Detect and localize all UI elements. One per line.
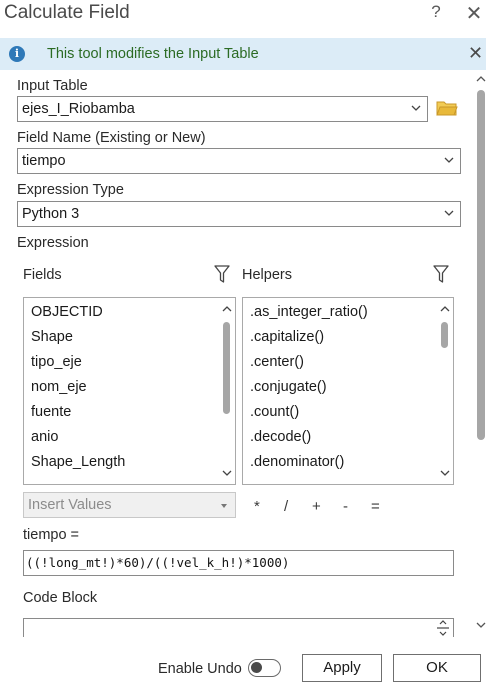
expression-text: ((!long_mt!)*60)/((!vel_k_h!)*1000)	[26, 555, 290, 570]
main-scroll-up-icon[interactable]	[476, 74, 486, 84]
insert-values-dropdown[interactable]: Insert Values	[23, 492, 236, 518]
scroll-up-icon[interactable]	[221, 304, 233, 314]
main-scrollbar-thumb[interactable]	[477, 90, 485, 440]
expression-input[interactable]: ((!long_mt!)*60)/((!vel_k_h!)*1000)	[23, 550, 454, 576]
minus-operator-button[interactable]: -	[343, 498, 348, 515]
folder-icon[interactable]	[436, 99, 458, 117]
apply-button[interactable]: Apply	[302, 654, 382, 682]
expression-label: Expression	[17, 235, 89, 251]
field-item[interactable]: Shape	[31, 329, 73, 345]
helpers-label: Helpers	[242, 267, 292, 283]
expand-editor-icon[interactable]	[435, 620, 451, 636]
help-button[interactable]: ?	[428, 2, 444, 22]
chevron-down-icon	[444, 210, 454, 216]
code-block-input[interactable]	[23, 618, 454, 638]
input-table-value: ejes_I_Riobamba	[22, 101, 135, 117]
field-name-dropdown[interactable]: tiempo	[17, 148, 461, 174]
close-button[interactable]: ✕	[465, 1, 483, 26]
multiply-operator-button[interactable]: *	[254, 498, 260, 515]
dialog-title: Calculate Field	[4, 2, 130, 23]
scroll-down-icon[interactable]	[439, 468, 451, 478]
fields-list[interactable]: OBJECTID Shape tipo_eje nom_eje fuente a…	[23, 297, 236, 485]
helper-item[interactable]: .denominator()	[250, 454, 344, 470]
expression-type-value: Python 3	[22, 206, 80, 222]
insert-values-placeholder: Insert Values	[28, 497, 112, 513]
helpers-filter-icon[interactable]	[433, 264, 449, 284]
helper-item[interactable]: .conjugate()	[250, 379, 327, 395]
scroll-up-icon[interactable]	[439, 304, 451, 314]
helper-item[interactable]: .capitalize()	[250, 329, 324, 345]
expression-type-label: Expression Type	[17, 182, 124, 198]
field-name-label: Field Name (Existing or New)	[17, 130, 206, 146]
field-item[interactable]: OBJECTID	[31, 304, 103, 320]
helper-item[interactable]: .decode()	[250, 429, 311, 445]
enable-undo-toggle[interactable]	[248, 659, 281, 677]
banner-close-button[interactable]: ✕	[468, 43, 483, 64]
field-item[interactable]: nom_eje	[31, 379, 87, 395]
divide-operator-button[interactable]: /	[284, 498, 288, 515]
helpers-scroll-thumb[interactable]	[441, 322, 448, 348]
main-scroll-down-icon[interactable]	[476, 620, 486, 630]
code-block-label: Code Block	[23, 590, 98, 606]
field-name-value: tiempo	[22, 153, 66, 169]
fields-scrollbar[interactable]	[219, 298, 235, 484]
fields-scroll-thumb[interactable]	[223, 322, 230, 414]
helper-item[interactable]: .count()	[250, 404, 299, 420]
caret-down-icon	[221, 504, 227, 508]
input-table-label: Input Table	[17, 78, 88, 94]
equals-operator-button[interactable]: =	[371, 498, 380, 515]
expression-type-dropdown[interactable]: Python 3	[17, 201, 461, 227]
plus-operator-button[interactable]: +	[312, 498, 321, 515]
field-item[interactable]: anio	[31, 429, 58, 445]
info-icon: i	[9, 46, 25, 62]
enable-undo-label: Enable Undo	[158, 661, 242, 677]
chevron-down-icon	[444, 157, 454, 163]
scroll-down-icon[interactable]	[221, 468, 233, 478]
helper-item[interactable]: .as_integer_ratio()	[250, 304, 368, 320]
helpers-list[interactable]: .as_integer_ratio() .capitalize() .cente…	[242, 297, 454, 485]
toggle-knob	[251, 662, 262, 673]
fields-filter-icon[interactable]	[214, 264, 230, 284]
field-item[interactable]: Shape_Length	[31, 454, 125, 470]
expression-target-label: tiempo =	[23, 527, 80, 543]
input-table-dropdown[interactable]: ejes_I_Riobamba	[17, 96, 428, 122]
field-item[interactable]: fuente	[31, 404, 71, 420]
fields-label: Fields	[23, 267, 62, 283]
field-item[interactable]: tipo_eje	[31, 354, 82, 370]
helper-item[interactable]: .center()	[250, 354, 304, 370]
info-banner-text: This tool modifies the Input Table	[47, 46, 259, 62]
chevron-down-icon	[411, 105, 421, 111]
ok-button[interactable]: OK	[393, 654, 481, 682]
helpers-scrollbar[interactable]	[437, 298, 453, 484]
